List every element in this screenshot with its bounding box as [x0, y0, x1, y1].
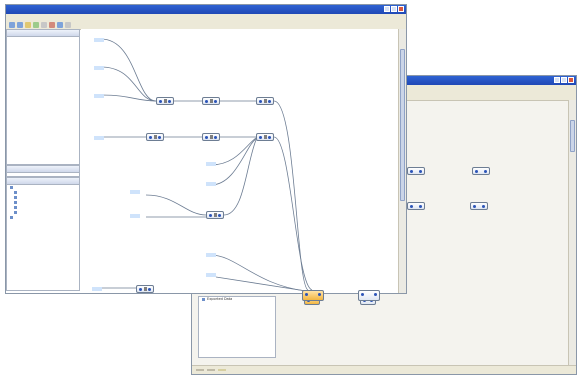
node-port-icon: [475, 170, 478, 173]
node-port-icon: [259, 136, 262, 139]
node-port-icon: [484, 170, 487, 173]
node-port-icon: [374, 293, 377, 296]
source-sublabel: [94, 38, 104, 42]
tree-item-exported-data[interactable]: Exported Data: [199, 297, 275, 302]
output-node[interactable]: [302, 290, 324, 301]
back-node[interactable]: [472, 167, 490, 175]
node-sublabel: [206, 162, 216, 166]
node-port-icon: [259, 100, 262, 103]
front-scrollbar[interactable]: [398, 29, 406, 293]
source-sublabel: [94, 136, 104, 140]
node-port-icon: [473, 205, 476, 208]
process-node[interactable]: [136, 285, 154, 293]
node-port-icon: [268, 100, 271, 103]
node-sublabel: [206, 182, 216, 186]
node-port-icon: [149, 136, 152, 139]
node-port-icon: [159, 100, 162, 103]
process-node[interactable]: [206, 211, 224, 219]
back-status-text: [218, 369, 226, 371]
node-port-icon: [361, 293, 364, 296]
front-window: [5, 4, 407, 294]
node-port-icon: [218, 214, 221, 217]
node-sublabel: [206, 273, 216, 277]
node-port-icon: [305, 293, 308, 296]
back-node[interactable]: [470, 202, 488, 210]
node-port-icon: [419, 170, 422, 173]
node-sublabel: [206, 253, 216, 257]
window-close-icon[interactable]: [568, 77, 574, 83]
source-sublabel: [94, 66, 104, 70]
process-node[interactable]: [156, 97, 174, 105]
node-port-icon: [209, 214, 212, 217]
node-port-icon: [482, 205, 485, 208]
node-port-icon: [205, 136, 208, 139]
source-sublabel: [130, 214, 140, 218]
process-node[interactable]: [202, 133, 220, 141]
front-scrollbar-thumb[interactable]: [400, 49, 405, 201]
process-node[interactable]: [256, 133, 274, 141]
back-node[interactable]: [407, 167, 425, 175]
back-scrollbar-thumb[interactable]: [570, 120, 575, 152]
tree-node-icon: [202, 298, 205, 301]
node-port-icon: [214, 100, 217, 103]
node-port-icon: [139, 288, 142, 291]
node-port-icon: [205, 100, 208, 103]
back-statusbar: [192, 365, 576, 374]
node-port-icon: [410, 205, 413, 208]
workflow-links: [100, 38, 313, 292]
back-tab[interactable]: [196, 369, 204, 371]
window-maximize-icon[interactable]: [561, 77, 567, 83]
source-sublabel: [94, 94, 104, 98]
back-node[interactable]: [407, 202, 425, 210]
node-port-icon: [214, 136, 217, 139]
node-port-icon: [168, 100, 171, 103]
back-canvas-lower[interactable]: [278, 296, 560, 364]
node-port-icon: [410, 170, 413, 173]
window-minimize-icon[interactable]: [554, 77, 560, 83]
back-scrollbar[interactable]: [568, 100, 576, 366]
process-node[interactable]: [256, 97, 274, 105]
back-tree-panel: Exported Data: [198, 296, 276, 358]
node-port-icon: [158, 136, 161, 139]
output-node[interactable]: [358, 290, 380, 301]
node-port-icon: [268, 136, 271, 139]
node-port-icon: [419, 205, 422, 208]
process-node[interactable]: [146, 133, 164, 141]
node-port-icon: [318, 293, 321, 296]
source-sublabel: [92, 287, 102, 291]
back-tab[interactable]: [207, 369, 215, 371]
node-port-icon: [148, 288, 151, 291]
source-sublabel: [130, 190, 140, 194]
process-node[interactable]: [202, 97, 220, 105]
